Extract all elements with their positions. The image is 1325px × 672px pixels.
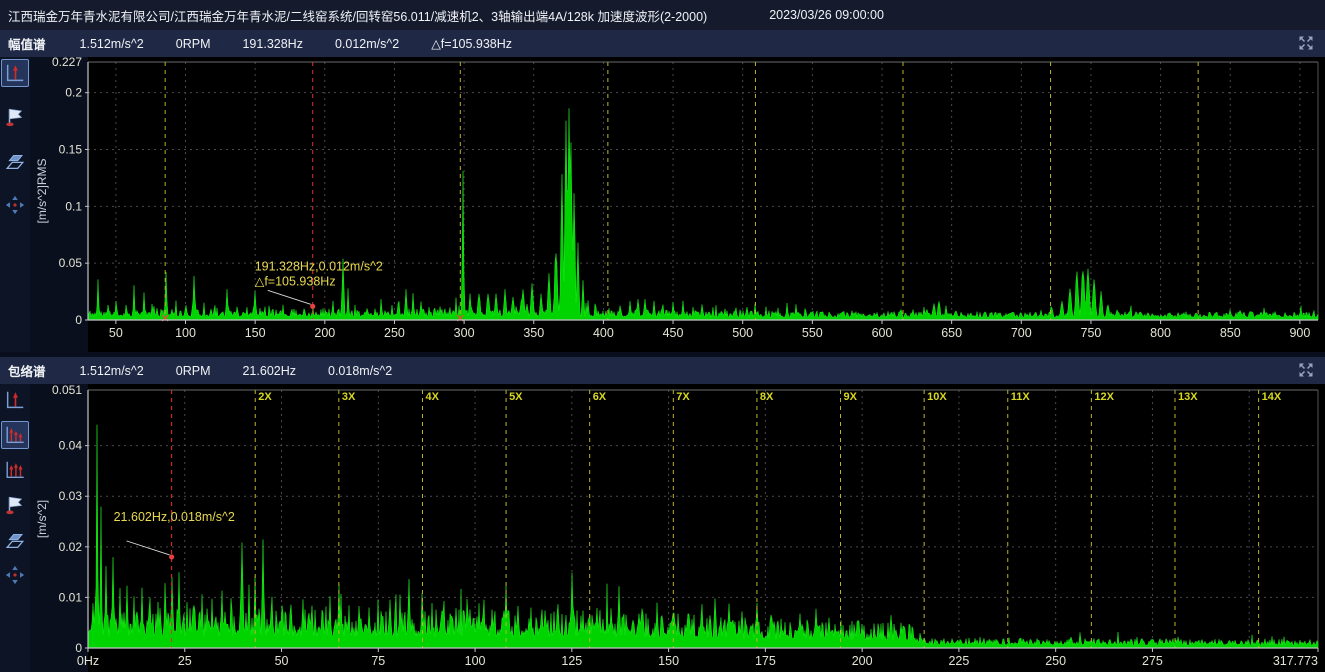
svg-text:100: 100 [465,654,486,668]
rms-value: 1.512m/s^2 [80,37,144,51]
amplitude-toolbar [0,57,30,352]
svg-text:275: 275 [1142,654,1163,668]
svg-text:100: 100 [175,326,196,340]
rms-value: 1.512m/s^2 [80,364,144,378]
svg-text:11X: 11X [1011,391,1031,403]
single-cursor-tool[interactable] [1,386,29,414]
svg-text:800: 800 [1150,326,1171,340]
svg-text:0.1: 0.1 [65,199,82,213]
rpm-value: 0RPM [176,37,211,51]
svg-text:50: 50 [109,326,123,340]
harmonic-cursor-tool[interactable] [1,421,29,449]
pan-move-tool[interactable] [1,561,29,589]
waterfall-view-tool[interactable] [1,526,29,554]
expand-icon[interactable] [1297,361,1315,379]
svg-text:0.03: 0.03 [59,489,83,503]
svg-text:900: 900 [1289,326,1310,340]
svg-text:75: 75 [371,654,385,668]
svg-text:650: 650 [941,326,962,340]
cursor-frequency: 191.328Hz [242,37,302,51]
svg-text:0.15: 0.15 [59,143,83,157]
svg-text:191.328Hz,0.012m/s^2: 191.328Hz,0.012m/s^2 [255,259,383,273]
svg-text:0.2: 0.2 [65,86,82,100]
expand-icon[interactable] [1297,34,1315,52]
delta-frequency: △f=105.938Hz [431,36,512,51]
svg-text:8X: 8X [760,391,774,403]
svg-text:4X: 4X [425,391,439,403]
svg-text:550: 550 [802,326,823,340]
envelope-title: 包络谱 [8,361,46,380]
svg-text:9X: 9X [844,391,858,403]
svg-text:400: 400 [593,326,614,340]
svg-text:0.05: 0.05 [59,256,83,270]
envelope-spectrum-panel: 包络谱 1.512m/s^2 0RPM 21.602Hz 0.018m/s^2 [0,357,1325,672]
svg-text:350: 350 [523,326,544,340]
cursor-frequency: 21.602Hz [242,364,296,378]
svg-text:500: 500 [732,326,753,340]
svg-text:0.051: 0.051 [52,384,82,397]
svg-text:225: 225 [948,654,969,668]
svg-text:21.602Hz,0.018m/s^2: 21.602Hz,0.018m/s^2 [114,510,235,524]
measurement-datetime: 2023/03/26 09:00:00 [769,8,884,22]
svg-text:200: 200 [314,326,335,340]
single-cursor-tool[interactable] [1,59,29,87]
svg-text:125: 125 [561,654,582,668]
svg-text:14X: 14X [1262,391,1282,403]
svg-text:450: 450 [663,326,684,340]
flag-marker-tool[interactable] [1,491,29,519]
svg-text:6X: 6X [593,391,607,403]
svg-text:0.01: 0.01 [59,590,83,604]
svg-text:150: 150 [245,326,266,340]
cursor-amplitude: 0.018m/s^2 [328,364,392,378]
svg-text:[m/s^2]RMS: [m/s^2]RMS [35,159,49,224]
svg-text:300: 300 [454,326,475,340]
svg-text:12X: 12X [1094,391,1114,403]
svg-text:200: 200 [852,654,873,668]
vibration-analysis-app: 江西瑞金万年青水泥有限公司/江西瑞金万年青水泥/二线窑系统/回转窑56.011/… [0,0,1325,672]
rpm-value: 0RPM [176,364,211,378]
amplitude-spectrum-chart[interactable]: 191.328Hz,0.012m/s^2△f=105.938Hz 50 100 150… [30,57,1325,352]
svg-text:7X: 7X [676,391,690,403]
svg-text:[m/s^2]: [m/s^2] [35,500,49,538]
amplitude-spectrum-panel: 幅值谱 1.512m/s^2 0RPM 191.328Hz 0.012m/s^2… [0,30,1325,352]
svg-text:700: 700 [1011,326,1032,340]
svg-text:850: 850 [1220,326,1241,340]
amplitude-header: 幅值谱 1.512m/s^2 0RPM 191.328Hz 0.012m/s^2… [0,30,1325,57]
svg-text:250: 250 [384,326,405,340]
envelope-header: 包络谱 1.512m/s^2 0RPM 21.602Hz 0.018m/s^2 [0,357,1325,384]
svg-text:10X: 10X [927,391,947,403]
svg-text:5X: 5X [509,391,523,403]
svg-text:0Hz: 0Hz [77,654,99,668]
pan-move-tool[interactable] [1,191,29,219]
svg-text:175: 175 [755,654,776,668]
waterfall-view-tool[interactable] [1,147,29,175]
svg-text:2X: 2X [258,391,272,403]
cursor-amplitude: 0.012m/s^2 [335,37,399,51]
svg-text:3X: 3X [342,391,356,403]
svg-text:0.227: 0.227 [52,57,82,69]
svg-text:750: 750 [1081,326,1102,340]
svg-text:13X: 13X [1178,391,1198,403]
amplitude-title: 幅值谱 [8,34,46,53]
svg-text:317.773: 317.773 [1273,654,1318,668]
svg-text:0: 0 [75,313,82,327]
svg-text:0.02: 0.02 [59,540,83,554]
svg-text:△f=105.938Hz: △f=105.938Hz [255,274,336,288]
svg-text:25: 25 [178,654,192,668]
svg-text:150: 150 [658,654,679,668]
measurement-path: 江西瑞金万年青水泥有限公司/江西瑞金万年青水泥/二线窑系统/回转窑56.011/… [8,6,707,25]
envelope-spectrum-chart[interactable]: 2X 3X 4X 5X 6X 7X 8X 9X 10X 11X 12X 13X 14X 21.602Hz,… [30,384,1325,672]
svg-text:250: 250 [1045,654,1066,668]
svg-text:0: 0 [75,641,82,655]
title-bar: 江西瑞金万年青水泥有限公司/江西瑞金万年青水泥/二线窑系统/回转窑56.011/… [0,0,1325,30]
flag-marker-tool[interactable] [1,103,29,131]
svg-text:600: 600 [872,326,893,340]
svg-text:50: 50 [275,654,289,668]
svg-text:0.04: 0.04 [59,439,83,453]
sideband-cursor-tool[interactable] [1,456,29,484]
envelope-toolbar [0,384,30,672]
